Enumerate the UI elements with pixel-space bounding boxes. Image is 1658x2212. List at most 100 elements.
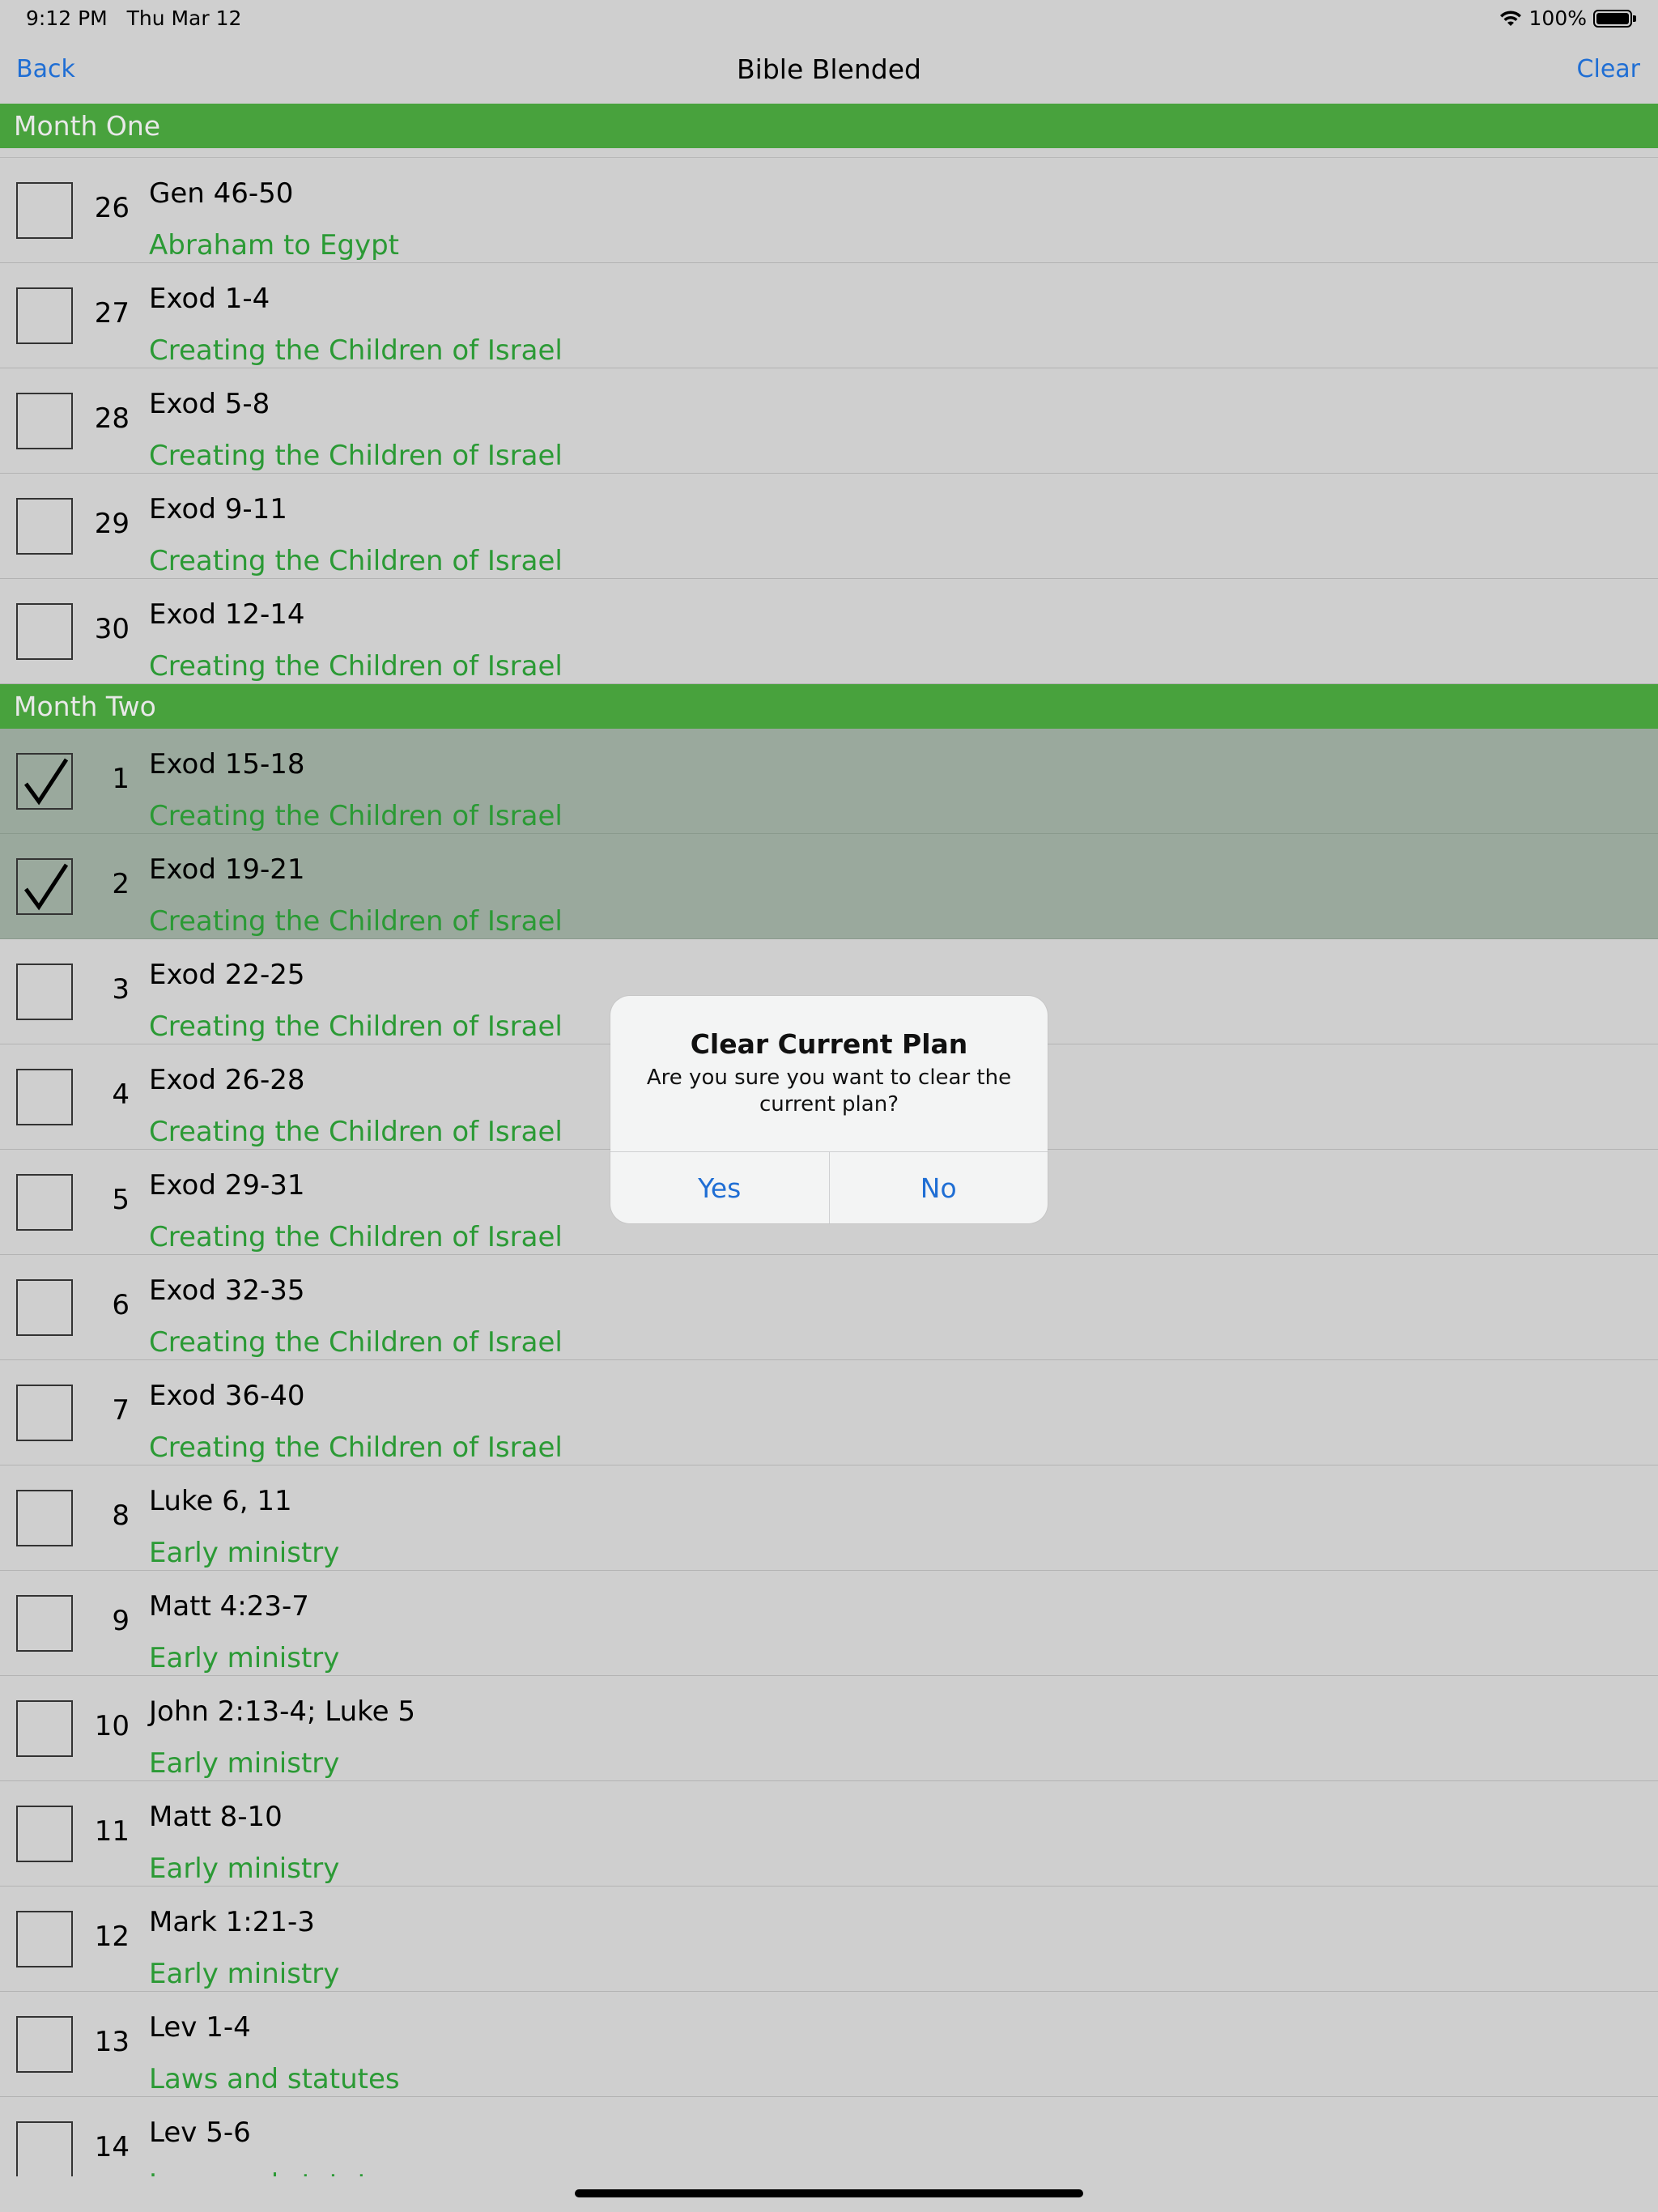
theme-label: Early ministry — [149, 1958, 340, 1990]
reading-row[interactable]: 8 Luke 6, 11 Early ministry — [0, 1465, 1658, 1571]
reading-checkbox[interactable] — [16, 182, 73, 239]
reading-row[interactable]: 26 Gen 46-50 Abraham to Egypt — [0, 158, 1658, 263]
day-number: 9 — [112, 1605, 130, 1637]
day-number: 13 — [94, 2026, 130, 2058]
reading-checkbox[interactable] — [16, 1490, 73, 1546]
reading-checkbox[interactable] — [16, 1069, 73, 1125]
alert-title: Clear Current Plan — [690, 1028, 968, 1060]
reading-row[interactable]: 12 Mark 1:21-3 Early ministry — [0, 1887, 1658, 1992]
theme-label: Early ministry — [149, 1537, 340, 1569]
reading-checkbox[interactable] — [16, 1174, 73, 1231]
day-number: 28 — [94, 402, 130, 435]
section-header: Month One — [0, 104, 1658, 148]
reading-checkbox[interactable] — [16, 753, 73, 810]
passage-label: Exod 1-4 — [149, 283, 270, 315]
theme-label: Creating the Children of Israel — [149, 1431, 563, 1464]
day-number: 7 — [112, 1394, 130, 1427]
passage-label: Exod 12-14 — [149, 598, 305, 631]
reading-row[interactable]: 10 John 2:13-4; Luke 5 Early ministry — [0, 1676, 1658, 1781]
passage-label: Luke 6, 11 — [149, 1485, 292, 1517]
reading-checkbox[interactable] — [16, 287, 73, 344]
day-number: 10 — [94, 1710, 130, 1742]
passage-label: Exod 22-25 — [149, 959, 305, 991]
theme-label: Creating the Children of Israel — [149, 334, 563, 367]
day-number: 4 — [112, 1078, 130, 1111]
reading-checkbox[interactable] — [16, 603, 73, 660]
passage-label: Exod 9-11 — [149, 493, 287, 525]
passage-label: Lev 1-4 — [149, 2011, 251, 2044]
reading-checkbox[interactable] — [16, 498, 73, 555]
status-indicators: 100% — [1499, 6, 1636, 30]
reading-checkbox[interactable] — [16, 858, 73, 915]
passage-label: Lev 5-6 — [149, 2116, 251, 2149]
reading-row[interactable]: 14 Lev 5-6 Laws and statutes — [0, 2097, 1658, 2176]
reading-row[interactable]: 1 Exod 15-18 Creating the Children of Isra… — [0, 729, 1658, 834]
navigation-bar: Back Bible Blended Clear — [0, 39, 1658, 104]
day-number: 3 — [112, 973, 130, 1006]
reading-checkbox[interactable] — [16, 1279, 73, 1336]
home-indicator — [575, 2189, 1083, 2197]
status-bar: 9:12 PM Thu Mar 12 100% — [0, 0, 1658, 39]
day-number: 27 — [94, 297, 130, 330]
reading-row[interactable]: 11 Matt 8-10 Early ministry — [0, 1781, 1658, 1887]
day-number: 14 — [94, 2131, 130, 2163]
reading-row[interactable]: 9 Matt 4:23-7 Early ministry — [0, 1571, 1658, 1676]
reading-checkbox[interactable] — [16, 1806, 73, 1862]
theme-label: Creating the Children of Israel — [149, 440, 563, 472]
reading-checkbox[interactable] — [16, 963, 73, 1020]
reading-checkbox[interactable] — [16, 393, 73, 449]
section-header: Month Two — [0, 684, 1658, 729]
passage-label: Exod 32-35 — [149, 1274, 305, 1307]
theme-label: Creating the Children of Israel — [149, 905, 563, 938]
reading-checkbox[interactable] — [16, 2016, 73, 2073]
reading-row[interactable]: 29 Exod 9-11 Creating the Children of Isra… — [0, 474, 1658, 579]
theme-label: Creating the Children of Israel — [149, 1116, 563, 1148]
clear-button[interactable]: Clear — [1577, 55, 1640, 83]
status-clock: 9:12 PM — [26, 6, 108, 30]
reading-row[interactable]: 13 Lev 1-4 Laws and statutes — [0, 1992, 1658, 2097]
reading-row[interactable]: 27 Exod 1-4 Creating the Children of Israe… — [0, 263, 1658, 368]
list-spacer — [0, 148, 1658, 158]
day-number: 30 — [94, 613, 130, 645]
reading-checkbox[interactable] — [16, 1385, 73, 1441]
battery-icon — [1593, 9, 1636, 28]
wifi-icon — [1499, 10, 1521, 26]
theme-label: Laws and statutes — [149, 2168, 400, 2176]
clear-plan-alert: Clear Current Plan Are you sure you want… — [610, 996, 1048, 1223]
theme-label: Laws and statutes — [149, 2063, 400, 2095]
status-date: Thu Mar 12 — [126, 6, 242, 30]
day-number: 11 — [94, 1815, 130, 1848]
passage-label: Matt 8-10 — [149, 1801, 283, 1833]
reading-row[interactable]: 28 Exod 5-8 Creating the Children of Israe… — [0, 368, 1658, 474]
theme-label: Creating the Children of Israel — [149, 545, 563, 577]
reading-checkbox[interactable] — [16, 1911, 73, 1967]
theme-label: Creating the Children of Israel — [149, 1221, 563, 1253]
page-title: Bible Blended — [737, 53, 921, 85]
theme-label: Abraham to Egypt — [149, 229, 400, 262]
reading-row[interactable]: 6 Exod 32-35 Creating the Children of Isra… — [0, 1255, 1658, 1360]
theme-label: Early ministry — [149, 1747, 340, 1780]
theme-label: Creating the Children of Israel — [149, 1010, 563, 1043]
passage-label: Exod 15-18 — [149, 748, 305, 781]
passage-label: Mark 1:21-3 — [149, 1906, 315, 1938]
passage-label: Exod 29-31 — [149, 1169, 305, 1202]
theme-label: Early ministry — [149, 1642, 340, 1674]
theme-label: Early ministry — [149, 1853, 340, 1885]
passage-label: Exod 19-21 — [149, 853, 305, 886]
day-number: 26 — [94, 192, 130, 224]
reading-row[interactable]: 7 Exod 36-40 Creating the Children of Isra… — [0, 1360, 1658, 1465]
reading-checkbox[interactable] — [16, 1700, 73, 1757]
day-number: 1 — [112, 763, 130, 795]
reading-row[interactable]: 30 Exod 12-14 Creating the Children of Isr… — [0, 579, 1658, 684]
no-button[interactable]: No — [828, 1152, 1048, 1223]
reading-row[interactable]: 2 Exod 19-21 Creating the Children of Isra… — [0, 834, 1658, 939]
passage-label: John 2:13-4; Luke 5 — [149, 1695, 415, 1728]
passage-label: Exod 36-40 — [149, 1380, 305, 1412]
passage-label: Exod 5-8 — [149, 388, 270, 420]
checkmark-icon — [23, 758, 69, 806]
reading-checkbox[interactable] — [16, 2121, 73, 2176]
reading-checkbox[interactable] — [16, 1595, 73, 1652]
checkmark-icon — [23, 863, 69, 911]
day-number: 29 — [94, 508, 130, 540]
yes-button[interactable]: Yes — [610, 1152, 829, 1223]
